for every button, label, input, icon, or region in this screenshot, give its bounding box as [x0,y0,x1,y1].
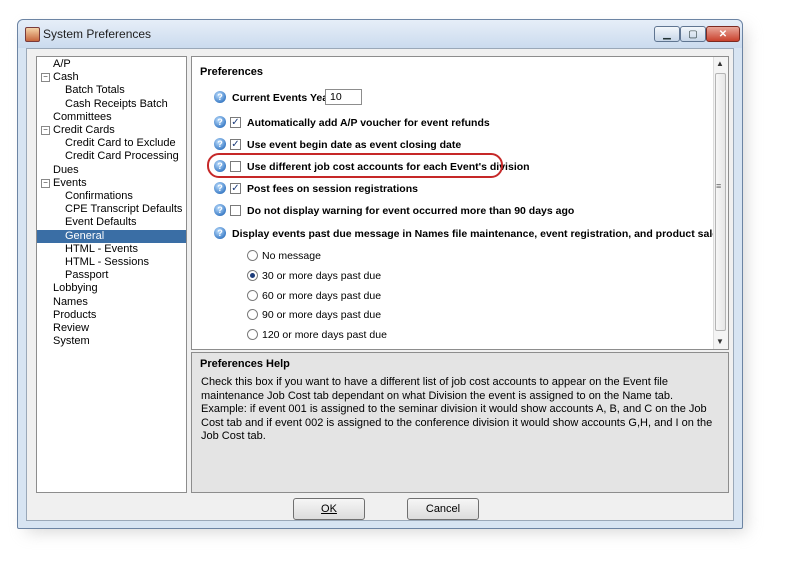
help-icon[interactable]: ? [214,116,226,128]
current-year-label: Current Events Year [232,92,333,104]
tree-item[interactable]: CPE Transcript Defaults [65,203,182,216]
window-content: A/P − Cash Batch Totals Cash Receipts Batch C… [26,48,734,521]
option-checkbox[interactable]: ✓ [230,183,241,194]
ok-label: OK [321,503,337,515]
tree-item[interactable]: A/P [53,58,71,71]
preferences-scrollbar[interactable]: ▲ ≡ ▼ [713,57,728,349]
scroll-up-icon[interactable]: ▲ [716,59,724,68]
maximize-icon: ▢ [688,28,698,40]
collapse-icon[interactable]: − [41,126,50,135]
tree-item[interactable]: Cash Receipts Batch [65,98,168,111]
tree-item[interactable]: Passport [65,269,108,282]
preferences-panel: Preferences ? Current Events Year 10 ? ✓ A… [191,56,729,350]
close-icon: ✕ [718,28,728,40]
title-bar[interactable]: System Preferences ▁ ▢ ✕ [18,20,742,48]
ok-button[interactable]: OK [293,498,365,520]
tree-item[interactable]: Cash [53,71,79,84]
close-button[interactable]: ✕ [706,26,740,42]
past-due-radio[interactable] [247,329,258,341]
option-label: Post fees on session registrations [247,183,418,195]
radio-label: 90 or more days past due [262,309,382,322]
tree-item[interactable]: General [37,229,186,243]
option-label: Use event begin date as event closing da… [247,139,462,151]
tree-item[interactable]: Credit Cards [53,124,115,137]
radio-label: No message [262,250,321,262]
scroll-grip-icon: ≡ [716,181,722,191]
past-due-radio[interactable] [247,250,258,261]
scroll-down-icon[interactable]: ▼ [716,337,724,346]
help-text: Check this box if you want to have a dif… [201,376,713,442]
option-checkbox[interactable] [230,205,241,216]
cancel-button[interactable]: Cancel [407,498,479,520]
help-title: Preferences Help [200,358,290,370]
option-label: Do not display warning for event occurre… [247,205,575,217]
tree-item[interactable]: Credit Card to Exclude [65,137,176,150]
option-checkbox[interactable]: ✓ [230,139,241,150]
tree-item[interactable]: Credit Card Processing [65,150,179,163]
preferences-tree[interactable]: A/P − Cash Batch Totals Cash Receipts Batch C… [36,56,187,493]
past-due-label: Display events past due message in Names… [232,228,729,240]
collapse-icon[interactable]: − [41,73,50,83]
past-due-radio[interactable] [247,289,258,301]
radio-label: 30 or more days past due [262,269,382,282]
window-title: System Preferences [43,27,152,41]
tree-item[interactable]: Names [53,296,88,309]
radio-label: 120 or more days past due [262,329,387,342]
scroll-thumb[interactable] [715,73,726,331]
tree-item[interactable]: Dues [53,164,79,177]
tree-item[interactable]: Products [53,309,96,322]
current-year-input[interactable]: 10 [325,89,362,105]
preferences-help-panel: Preferences Help Check this box if you w… [191,352,729,493]
collapse-icon[interactable]: − [41,178,50,188]
preferences-title: Preferences [200,66,263,78]
highlight-ring [207,153,503,178]
maximize-button[interactable]: ▢ [680,26,706,42]
app-icon [25,27,40,42]
tree-item[interactable]: HTML - Events [65,243,138,256]
radio-label: 60 or more days past due [262,289,382,302]
tree-item[interactable]: Committees [53,111,112,124]
minimize-button[interactable]: ▁ [654,26,680,42]
cancel-label: Cancel [425,503,461,515]
system-preferences-window: System Preferences ▁ ▢ ✕ A/P − Cash Batch T… [17,19,743,529]
help-icon[interactable]: ? [214,91,226,103]
past-due-radio[interactable] [247,309,258,321]
help-icon[interactable]: ? [214,227,226,239]
minimize-icon: ▁ [663,28,671,40]
tree-item[interactable]: Events [53,177,87,190]
tree-item[interactable]: Batch Totals [65,84,125,97]
tree-item[interactable]: Review [53,322,89,335]
help-icon[interactable]: ? [214,182,226,194]
tree-item[interactable]: System [53,335,90,348]
tree-item[interactable]: Event Defaults [65,216,137,229]
tree-item[interactable]: HTML - Sessions [65,256,149,269]
help-icon[interactable]: ? [214,204,226,216]
option-label: Automatically add A/P voucher for event … [247,117,490,129]
help-icon[interactable]: ? [214,138,226,150]
past-due-radio[interactable] [247,269,258,281]
option-checkbox[interactable]: ✓ [230,117,241,128]
tree-item[interactable]: Lobbying [53,282,98,295]
tree-item[interactable]: Confirmations [65,190,133,203]
